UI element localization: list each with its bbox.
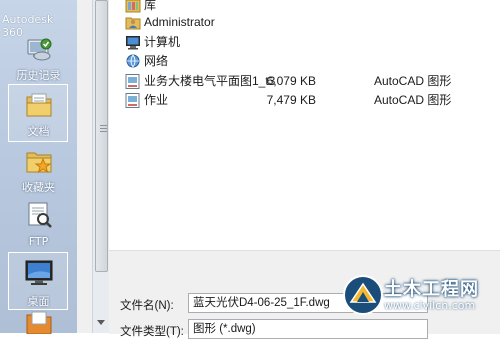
scroll-down-arrow-icon[interactable]: [97, 320, 105, 325]
list-item[interactable]: Administrator: [117, 13, 500, 32]
dwg-file-icon: [125, 93, 141, 108]
filename-label: 文件名(N):: [120, 300, 174, 312]
file-list: 库 Administrator 计算机 网络 业务大楼电气平面图1_t3 6,0…: [117, 0, 500, 250]
file-size: 6,079 KB: [266, 74, 316, 88]
place-documents-label: 文档: [27, 125, 50, 138]
watermark-title: 土木工程网: [384, 279, 479, 300]
ftp-icon: [24, 200, 54, 233]
place-desktop-label: 桌面: [27, 295, 50, 308]
library-icon: [125, 0, 141, 13]
list-item[interactable]: 网络: [117, 52, 500, 71]
file-type: AutoCAD 图形: [374, 74, 452, 88]
grip-line: [100, 128, 107, 129]
list-item[interactable]: 作业 7,479 KB AutoCAD 图形: [117, 91, 500, 110]
file-type: AutoCAD 图形: [374, 93, 452, 107]
file-name: 作业: [144, 93, 169, 107]
list-item[interactable]: 计算机: [117, 33, 500, 52]
history-icon: [24, 34, 54, 67]
file-name: 网络: [144, 54, 169, 68]
sidebar-scrollbar[interactable]: [92, 0, 109, 333]
file-name: 计算机: [144, 35, 181, 49]
watermark-logo: 土木工程网 www.civilcn.com: [340, 264, 500, 333]
desktop-icon: [24, 258, 54, 291]
watermark-emblem-icon: [343, 275, 383, 315]
network-icon: [125, 54, 141, 69]
documents-folder-icon: [24, 90, 54, 123]
file-size: 7,479 KB: [266, 93, 316, 107]
place-ftp-label: FTP: [28, 235, 49, 248]
list-item[interactable]: 业务大楼电气平面图1_t3 6,079 KB AutoCAD 图形: [117, 72, 500, 91]
dwg-file-icon: [125, 74, 141, 89]
scrollbar-thumb[interactable]: [95, 0, 108, 272]
computer-icon: [125, 35, 141, 50]
place-history-label: 历史记录: [16, 69, 61, 82]
grip-line: [100, 131, 107, 132]
user-folder-icon: [125, 15, 141, 30]
grip-line: [100, 125, 107, 126]
sidebar-divider: [77, 0, 92, 333]
filetype-label: 文件类型(T):: [120, 326, 184, 338]
watermark-url: www.civilcn.com: [384, 299, 476, 312]
places-sidebar: Autodesk 360 历史记录 文档 收藏夹 FTP 桌面: [0, 0, 78, 335]
file-name: Administrator: [144, 15, 215, 29]
place-favorites-label: 收藏夹: [22, 181, 55, 194]
favorites-folder-icon: [24, 146, 54, 179]
